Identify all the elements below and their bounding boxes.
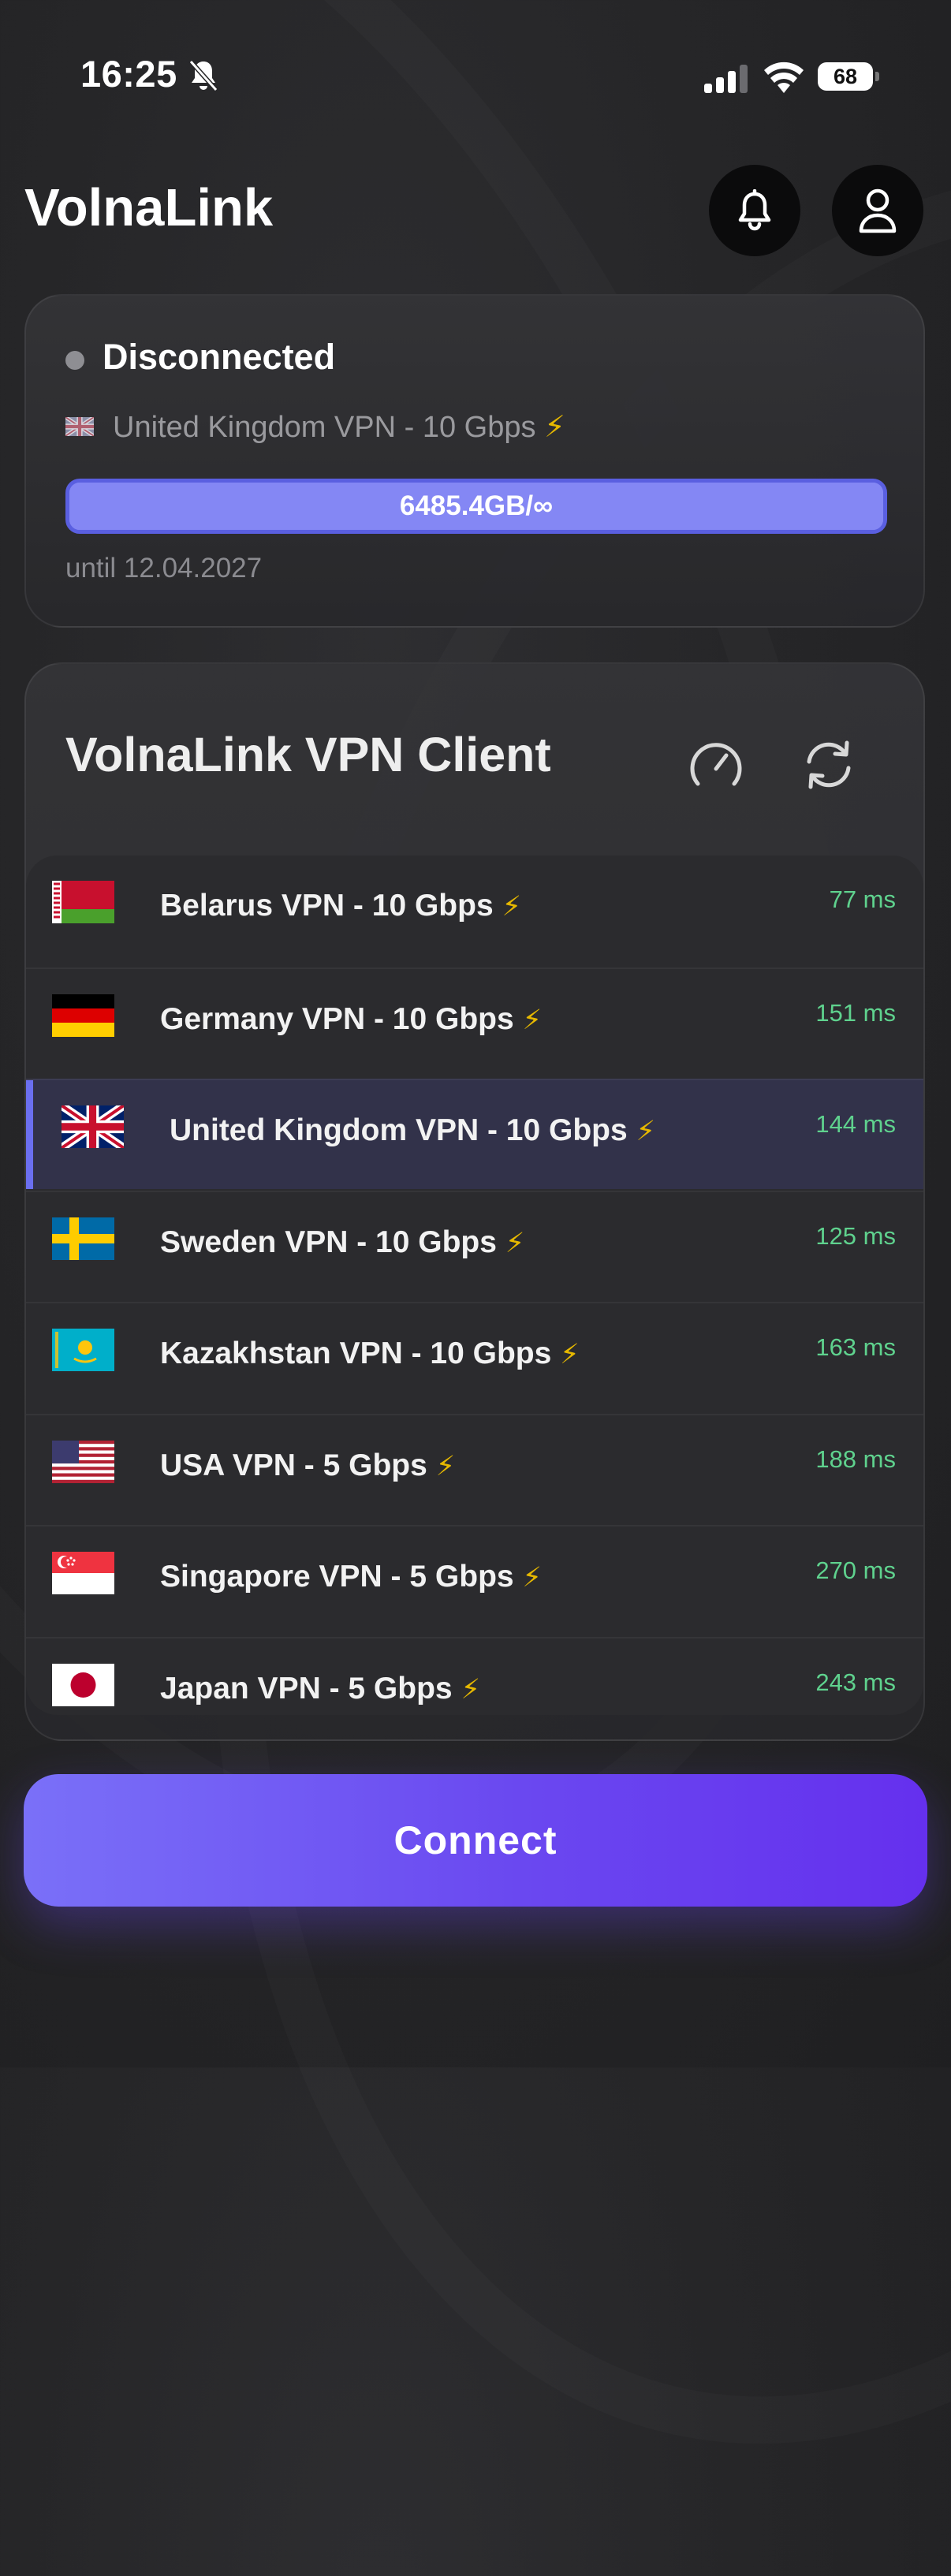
wifi-icon: [764, 62, 804, 93]
lightning-icon: ⚡: [636, 1116, 656, 1146]
server-name: Germany VPN - 10 Gbps ⚡: [160, 1002, 542, 1037]
vpn-client-card: VolnaLink VPN Client Belarus VPN - 10 Gb…: [24, 662, 925, 1741]
server-row[interactable]: Sweden VPN - 10 Gbps ⚡ 125 ms: [26, 1191, 923, 1301]
connect-button[interactable]: Connect: [24, 1774, 927, 1907]
speed-test-button[interactable]: [684, 733, 748, 796]
belarus-flag-icon: [52, 881, 114, 923]
uk-flag-icon: [65, 417, 94, 436]
lightning-icon: ⚡: [522, 1005, 543, 1035]
server-ping: 243 ms: [815, 1668, 896, 1696]
server-row[interactable]: Singapore VPN - 5 Gbps ⚡ 270 ms: [26, 1525, 923, 1635]
lightning-icon: ⚡: [435, 1451, 456, 1482]
server-name-text: United Kingdom VPN - 10 Gbps: [170, 1113, 628, 1147]
server-row[interactable]: Belarus VPN - 10 Gbps ⚡ 77 ms: [26, 856, 923, 966]
refresh-button[interactable]: [797, 733, 860, 796]
uk-flag-icon: [62, 1105, 124, 1148]
cellular-signal-icon: [704, 63, 748, 93]
server-ping: 77 ms: [829, 885, 896, 913]
japan-flag-icon: [52, 1664, 114, 1706]
notifications-button[interactable]: [709, 165, 800, 256]
server-row[interactable]: Kazakhstan VPN - 10 Gbps ⚡ 163 ms: [26, 1302, 923, 1412]
traffic-label: 6485.4GB/∞: [399, 490, 554, 521]
sweden-flag-icon: [52, 1217, 114, 1260]
server-ping: 188 ms: [815, 1445, 896, 1473]
app-title: VolnaLink: [24, 178, 274, 237]
bell-slash-icon: [188, 60, 218, 91]
battery-icon: 68: [818, 62, 882, 91]
bell-icon: [738, 189, 771, 231]
server-row[interactable]: Germany VPN - 10 Gbps ⚡ 151 ms: [26, 967, 923, 1078]
server-list[interactable]: Belarus VPN - 10 Gbps ⚡ 77 ms Germany VPN …: [26, 856, 923, 1715]
refresh-icon: [807, 740, 851, 789]
singapore-flag-icon: [52, 1552, 114, 1594]
server-ping: 163 ms: [815, 1333, 896, 1361]
lightning-icon: ⚡: [461, 1674, 481, 1705]
server-name-text: Japan VPN - 5 Gbps: [160, 1672, 453, 1706]
server-name: Japan VPN - 5 Gbps ⚡: [160, 1672, 480, 1706]
user-icon: [859, 188, 897, 233]
lightning-icon: ⚡: [502, 891, 522, 922]
lightning-icon: ⚡: [522, 1562, 542, 1593]
status-indicator-dot: [65, 351, 84, 370]
server-name: Kazakhstan VPN - 10 Gbps ⚡: [160, 1336, 580, 1371]
server-row[interactable]: USA VPN - 5 Gbps ⚡ 188 ms: [26, 1414, 923, 1524]
server-row[interactable]: Japan VPN - 5 Gbps ⚡ 243 ms: [26, 1637, 923, 1715]
speedometer-icon: [690, 743, 742, 786]
server-name-text: Kazakhstan VPN - 10 Gbps: [160, 1336, 552, 1370]
kazakhstan-flag-icon: [52, 1329, 114, 1371]
battery-level: 68: [818, 62, 873, 91]
current-server: United Kingdom VPN - 10 Gbps ⚡: [113, 409, 565, 445]
germany-flag-icon: [52, 994, 114, 1037]
status-time: 16:25: [80, 53, 177, 95]
server-name-text: Belarus VPN - 10 Gbps: [160, 889, 494, 923]
server-name-text: USA VPN - 5 Gbps: [160, 1448, 427, 1482]
server-row[interactable]: United Kingdom VPN - 10 Gbps ⚡ 144 ms: [26, 1079, 923, 1189]
lightning-icon: ⚡: [560, 1339, 580, 1370]
traffic-progress-bar: 6485.4GB/∞: [65, 479, 887, 534]
lightning-icon: ⚡: [544, 411, 565, 444]
server-name: Sweden VPN - 10 Gbps ⚡: [160, 1225, 524, 1260]
profile-button[interactable]: [832, 165, 923, 256]
client-title: VolnaLink VPN Client: [65, 728, 551, 781]
connection-status-card: Disconnected United Kingdom VPN - 10 Gbp…: [24, 294, 925, 628]
lightning-icon: ⚡: [505, 1228, 525, 1258]
server-name: USA VPN - 5 Gbps ⚡: [160, 1448, 455, 1483]
server-ping: 151 ms: [815, 999, 896, 1027]
server-name: Singapore VPN - 5 Gbps ⚡: [160, 1560, 542, 1594]
server-name-text: Singapore VPN - 5 Gbps: [160, 1560, 514, 1594]
server-name: Belarus VPN - 10 Gbps ⚡: [160, 889, 521, 923]
server-ping: 125 ms: [815, 1222, 896, 1250]
server-name: United Kingdom VPN - 10 Gbps ⚡: [170, 1113, 655, 1148]
current-server-name: United Kingdom VPN - 10 Gbps: [113, 411, 536, 444]
server-name-text: Germany VPN - 10 Gbps: [160, 1002, 514, 1036]
server-name-text: Sweden VPN - 10 Gbps: [160, 1225, 497, 1259]
server-ping: 270 ms: [815, 1556, 896, 1584]
usa-flag-icon: [52, 1441, 114, 1483]
subscription-expiry: until 12.04.2027: [65, 553, 263, 583]
server-ping: 144 ms: [815, 1110, 896, 1138]
connection-status: Disconnected: [103, 337, 336, 377]
